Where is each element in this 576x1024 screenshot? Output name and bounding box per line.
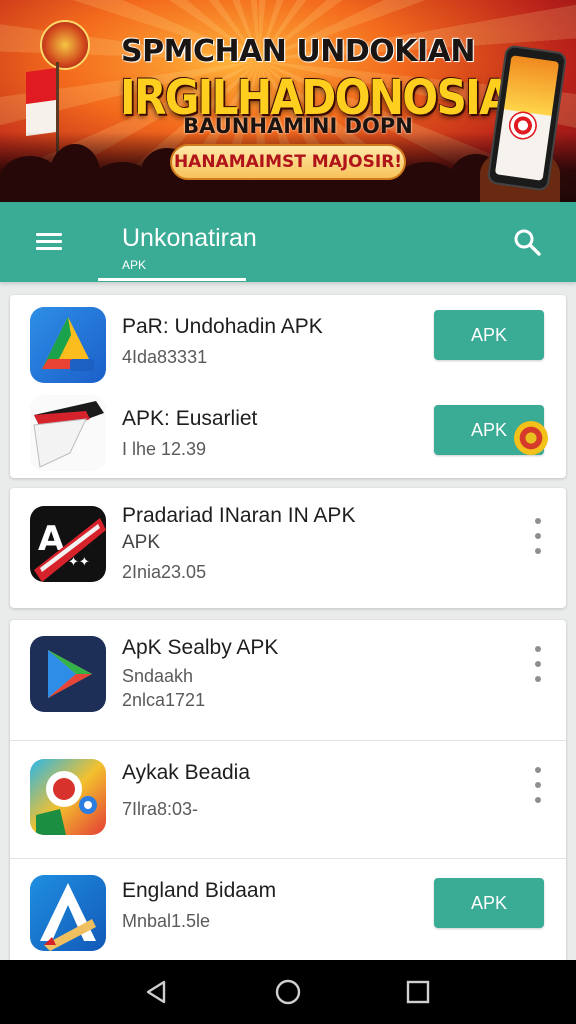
app-list-item[interactable]: APK: Eusarliet I lhe 12.39 APK bbox=[10, 387, 566, 478]
app-bar: Unkonatiran APK bbox=[0, 202, 576, 282]
app-name: ApK Sealby APK bbox=[122, 636, 279, 659]
app-version: 4Ida83331 bbox=[122, 347, 208, 367]
letter-a-banner-app-icon: A ✦✦ bbox=[30, 506, 106, 582]
apk-download-button[interactable]: APK bbox=[434, 878, 544, 928]
letter-a-pen-app-icon bbox=[30, 875, 106, 951]
app-version: I lhe 12.39 bbox=[122, 439, 207, 459]
app-version: 7Ilra8:03- bbox=[122, 799, 199, 819]
app-version: 2Inia23.05 bbox=[122, 562, 207, 582]
app-card: PaR: Undohadin APK 4Ida83331 APK APK: Eu… bbox=[10, 295, 566, 478]
overflow-menu-icon[interactable] bbox=[530, 644, 546, 684]
banner-cta-pill[interactable]: HANAMAIMST MAJOSIR! bbox=[170, 144, 406, 180]
back-triangle-icon[interactable] bbox=[142, 978, 170, 1006]
app-version: 2nlca1721 bbox=[122, 690, 206, 710]
app-category: Sndaakh bbox=[122, 666, 194, 686]
hamburger-menu-icon[interactable] bbox=[34, 229, 64, 255]
tab-apk[interactable]: APK bbox=[122, 258, 146, 272]
app-card: A ✦✦ Pradariad INaran IN APK APK 2Inia23… bbox=[10, 488, 566, 608]
badge-icon bbox=[514, 421, 548, 455]
app-bar-title: Unkonatiran bbox=[122, 224, 257, 252]
app-card: ApK Sealby APK Sndaakh 2nlca1721 Aykak B… bbox=[10, 620, 566, 965]
banner-headline-sub: BAUNHAMINI DOPN bbox=[183, 114, 413, 138]
banner-headline-top: SPMCHAN UNDOKIAN bbox=[121, 34, 475, 69]
triangle-a-app-icon bbox=[30, 307, 106, 383]
app-list-item[interactable]: Aykak Beadia 7Ilra8:03- bbox=[10, 741, 566, 858]
overflow-menu-icon[interactable] bbox=[530, 765, 546, 805]
svg-text:✦✦: ✦✦ bbox=[68, 555, 90, 570]
app-list-item[interactable]: England Bidaam Mnbal1.5le APK bbox=[10, 859, 566, 965]
colorful-badge-app-icon bbox=[30, 759, 106, 835]
recents-square-icon[interactable] bbox=[404, 978, 432, 1006]
overflow-menu-icon[interactable] bbox=[530, 516, 546, 556]
app-list-item[interactable]: ApK Sealby APK Sndaakh 2nlca1721 bbox=[10, 620, 566, 740]
system-nav-bar bbox=[0, 960, 576, 1024]
search-icon[interactable] bbox=[512, 227, 542, 257]
app-category: APK bbox=[122, 532, 161, 553]
app-screen: SPMCHAN UNDOKIAN IRGILHADONOSIA! BAUNHAM… bbox=[0, 0, 576, 1024]
app-name: Aykak Beadia bbox=[122, 761, 251, 784]
apk-download-button[interactable]: APK bbox=[434, 310, 544, 360]
app-name: APK: Eusarliet bbox=[122, 407, 258, 430]
home-circle-icon[interactable] bbox=[274, 978, 302, 1006]
play-triangle-app-icon bbox=[30, 636, 106, 712]
app-name: Pradariad INaran IN APK bbox=[122, 504, 356, 527]
app-version: Mnbal1.5le bbox=[122, 911, 211, 931]
promo-banner[interactable]: SPMCHAN UNDOKIAN IRGILHADONOSIA! BAUNHAM… bbox=[0, 0, 576, 202]
app-list-item[interactable]: PaR: Undohadin APK 4Ida83331 APK bbox=[10, 295, 566, 387]
tab-indicator bbox=[98, 278, 246, 281]
app-name: PaR: Undohadin APK bbox=[122, 315, 323, 338]
app-name: England Bidaam bbox=[122, 879, 277, 902]
flag-page-app-icon bbox=[30, 395, 106, 471]
app-list-item[interactable]: A ✦✦ Pradariad INaran IN APK APK 2Inia23… bbox=[10, 488, 566, 608]
